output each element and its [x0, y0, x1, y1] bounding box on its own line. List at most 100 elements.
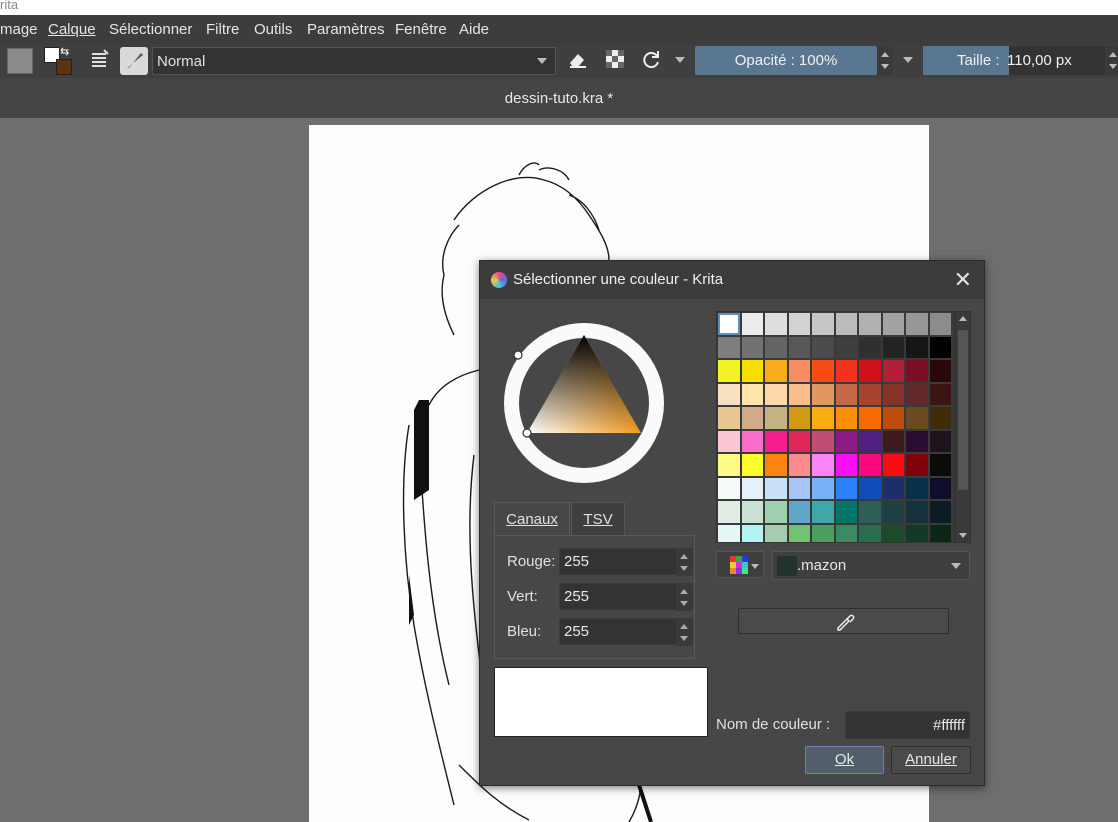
palette-swatch[interactable]: [858, 476, 882, 500]
palette-swatch[interactable]: [787, 335, 811, 359]
palette-swatch[interactable]: [858, 406, 882, 430]
palette-swatch[interactable]: [881, 382, 905, 406]
palette-swatch[interactable]: [811, 429, 835, 453]
reload-preset-icon[interactable]: [638, 48, 664, 74]
palette-swatch[interactable]: [858, 500, 882, 524]
palette-swatch[interactable]: [834, 335, 858, 359]
palette-swatch[interactable]: [740, 335, 764, 359]
eyedropper-button[interactable]: [738, 608, 949, 634]
palette-swatch[interactable]: [717, 500, 741, 524]
blend-mode-select[interactable]: Normal: [152, 47, 556, 75]
swap-colors-icon[interactable]: ⇆: [60, 45, 69, 58]
palette-swatch[interactable]: [928, 406, 952, 430]
palette-swatch[interactable]: [764, 476, 788, 500]
palette-swatch[interactable]: [740, 500, 764, 524]
palette-swatch[interactable]: [834, 312, 858, 336]
scroll-thumb[interactable]: [958, 330, 968, 490]
palette-menu-button[interactable]: [716, 551, 764, 578]
palette-swatch[interactable]: [928, 359, 952, 383]
green-input[interactable]: 255: [559, 583, 693, 611]
palette-swatch[interactable]: [717, 429, 741, 453]
palette-swatch[interactable]: [740, 406, 764, 430]
palette-swatch[interactable]: [764, 453, 788, 477]
palette-swatch[interactable]: [834, 382, 858, 406]
palette-swatch[interactable]: [881, 500, 905, 524]
opacity-spinner[interactable]: [877, 46, 893, 75]
color-name-input[interactable]: #ffffff: [845, 711, 970, 739]
palette-swatch[interactable]: [905, 359, 929, 383]
palette-swatch[interactable]: [717, 523, 741, 542]
palette-swatch[interactable]: [881, 406, 905, 430]
palette-swatch[interactable]: [858, 382, 882, 406]
chevron-down-icon[interactable]: [903, 57, 913, 63]
palette-swatch[interactable]: [787, 476, 811, 500]
menu-outils[interactable]: Outils: [254, 21, 292, 38]
palette-grid[interactable]: [716, 311, 955, 543]
menu-parametres[interactable]: Paramètres: [307, 21, 385, 38]
palette-cells[interactable]: [717, 312, 952, 542]
palette-swatch[interactable]: [928, 500, 952, 524]
palette-swatch[interactable]: [905, 382, 929, 406]
palette-swatch[interactable]: [905, 335, 929, 359]
alpha-lock-icon[interactable]: [602, 48, 628, 74]
palette-swatch[interactable]: [905, 523, 929, 542]
size-spinner[interactable]: [1105, 46, 1118, 75]
palette-swatch[interactable]: [811, 453, 835, 477]
palette-swatch[interactable]: [834, 453, 858, 477]
palette-swatch[interactable]: [764, 406, 788, 430]
palette-swatch[interactable]: [905, 312, 929, 336]
palette-swatch[interactable]: [740, 382, 764, 406]
menu-fenetre[interactable]: Fenêtre: [395, 21, 447, 38]
palette-swatch[interactable]: [764, 429, 788, 453]
palette-swatch[interactable]: [881, 429, 905, 453]
ok-button[interactable]: Ok: [805, 746, 884, 774]
palette-swatch[interactable]: [811, 335, 835, 359]
palette-swatch[interactable]: [834, 500, 858, 524]
palette-swatch[interactable]: [717, 335, 741, 359]
palette-swatch[interactable]: [717, 453, 741, 477]
palette-swatch[interactable]: [811, 476, 835, 500]
menu-calque[interactable]: Calque: [48, 21, 96, 38]
palette-swatch[interactable]: [740, 359, 764, 383]
pattern-swatch[interactable]: [7, 48, 33, 74]
palette-swatch[interactable]: [717, 359, 741, 383]
eraser-icon[interactable]: [565, 48, 591, 74]
close-icon[interactable]: ✕: [954, 267, 972, 293]
palette-swatch[interactable]: [764, 382, 788, 406]
menu-image[interactable]: mage: [0, 21, 38, 38]
palette-swatch[interactable]: [811, 500, 835, 524]
palette-swatch[interactable]: [740, 523, 764, 542]
background-color[interactable]: [56, 59, 72, 75]
palette-swatch[interactable]: [834, 476, 858, 500]
palette-swatch[interactable]: [811, 382, 835, 406]
blue-spinner[interactable]: [676, 619, 692, 646]
palette-swatch[interactable]: [787, 382, 811, 406]
palette-swatch[interactable]: [858, 335, 882, 359]
palette-swatch[interactable]: [740, 476, 764, 500]
palette-swatch[interactable]: [928, 476, 952, 500]
palette-swatch[interactable]: [905, 429, 929, 453]
green-spinner[interactable]: [676, 584, 692, 611]
palette-name-select[interactable]: .mazon: [772, 551, 970, 580]
palette-swatch[interactable]: [881, 359, 905, 383]
palette-swatch[interactable]: [881, 476, 905, 500]
palette-swatch[interactable]: [905, 406, 929, 430]
palette-swatch[interactable]: [811, 359, 835, 383]
palette-swatch[interactable]: [834, 359, 858, 383]
scroll-down-icon[interactable]: [959, 533, 967, 538]
palette-swatch[interactable]: [928, 523, 952, 542]
palette-swatch[interactable]: [834, 429, 858, 453]
scroll-up-icon[interactable]: [959, 316, 967, 321]
tab-tsv[interactable]: TSV: [571, 502, 625, 536]
palette-swatch[interactable]: [905, 453, 929, 477]
palette-swatch[interactable]: [764, 359, 788, 383]
palette-swatch[interactable]: [764, 335, 788, 359]
palette-swatch[interactable]: [928, 335, 952, 359]
cancel-button[interactable]: Annuler: [891, 746, 971, 774]
brush-preset-icon[interactable]: [120, 47, 148, 75]
palette-swatch[interactable]: [928, 429, 952, 453]
palette-swatch[interactable]: [717, 406, 741, 430]
palette-swatch[interactable]: [905, 500, 929, 524]
palette-swatch[interactable]: [928, 382, 952, 406]
palette-swatch[interactable]: [811, 406, 835, 430]
